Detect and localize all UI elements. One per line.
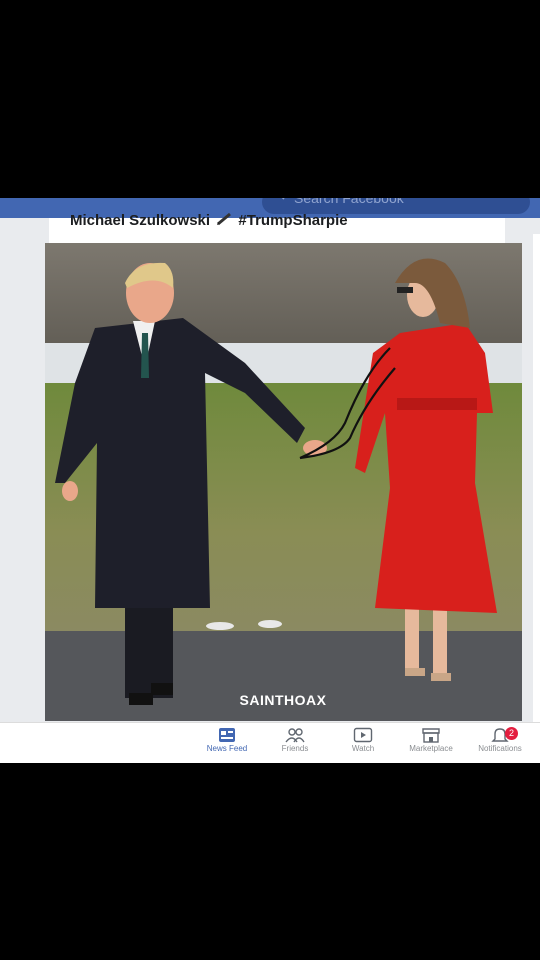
post-text: Michael Szulkowski #TrumpSharpie	[70, 212, 348, 229]
nav-friends[interactable]: Friends	[263, 725, 327, 761]
nav-watch[interactable]: Watch	[331, 725, 395, 761]
nav-label-friends: Friends	[281, 744, 309, 753]
nav-notifications[interactable]: 2 Notifications	[468, 725, 532, 761]
post-hashtag[interactable]: #TrumpSharpie	[238, 212, 347, 229]
post-photo[interactable]: SAINTHOAX	[45, 243, 522, 721]
nav-marketplace[interactable]: Marketplace	[399, 725, 463, 761]
friends-icon	[285, 728, 305, 743]
marketplace-icon	[422, 728, 440, 743]
photo-image	[45, 243, 522, 721]
nav-label-watch: Watch	[351, 744, 375, 753]
nav-label-marketplace: Marketplace	[409, 744, 453, 753]
nav-label-news-feed: News Feed	[206, 744, 248, 753]
pencil-emoji-icon	[217, 212, 232, 226]
nav-label-notifications: Notifications	[478, 744, 522, 753]
notification-badge: 2	[505, 727, 518, 740]
search-placeholder: Search Facebook	[294, 198, 404, 206]
news-feed-icon	[219, 728, 235, 742]
bottom-nav: News Feed Friends Watch Marketplace 2 No…	[0, 722, 540, 763]
post-author[interactable]: Michael Szulkowski	[70, 212, 210, 229]
photo-watermark: SAINTHOAX	[239, 692, 327, 708]
next-card-edge	[533, 234, 540, 722]
nav-news-feed[interactable]: News Feed	[195, 725, 259, 761]
watch-icon	[353, 727, 373, 743]
